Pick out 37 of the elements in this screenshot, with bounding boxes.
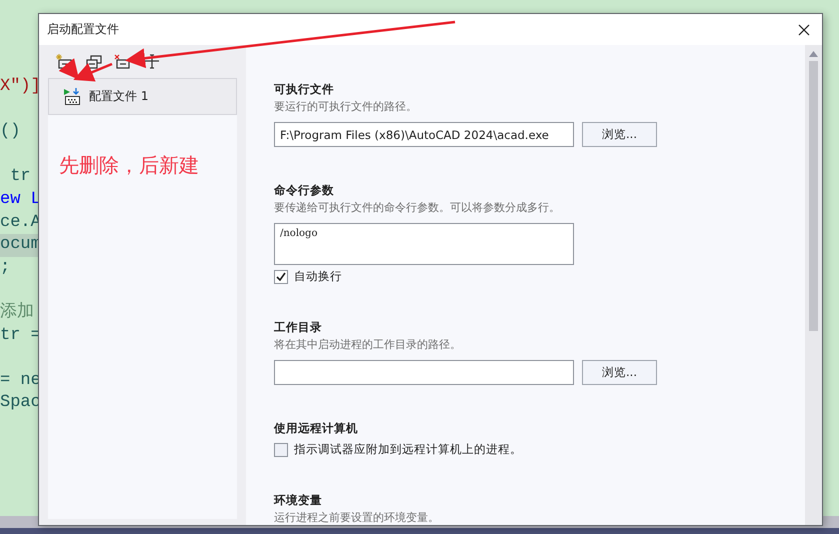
section-description: 要运行的可执行文件的路径。 [274,99,418,115]
section-title: 工作目录 [274,320,323,336]
launch-profile-icon [63,88,81,106]
scrollbar[interactable] [805,45,822,525]
section-description: 运行进程之前要设置的环境变量。 [274,510,440,525]
path-field[interactable]: F:\Program Files (x86)\AutoCAD 2024\acad.exe [274,122,574,147]
scrollbar-thumb[interactable] [809,61,818,331]
code-line: ; [0,256,10,279]
section-description: 要传递给可执行文件的命令行参数。可以将参数分成多行。 [274,200,561,216]
checkbox-label: 指示调试器应附加到远程计算机上的进程。 [294,442,522,457]
checkbox-label: 自动换行 [294,269,342,284]
arguments-field[interactable]: /nologo [274,223,574,265]
rename-icon[interactable] [143,54,160,69]
section-title: 命令行参数 [274,183,335,199]
browse-button[interactable]: 浏览... [582,122,657,147]
section-title: 环境变量 [274,493,323,509]
scroll-up-icon[interactable] [809,51,818,57]
browse-button[interactable]: 浏览... [582,360,657,385]
new-profile-icon[interactable] [56,54,73,69]
annotation-text: 先删除，后新建 [59,152,200,179]
code-line: Spac [0,392,41,414]
checkbox[interactable] [274,442,288,456]
section-description: 将在其中启动进程的工作目录的路径。 [274,337,462,353]
delete-icon[interactable] [114,54,131,69]
section-title: 使用远程计算机 [274,421,359,437]
copy-icon[interactable] [85,54,102,69]
code-line: tr [9,166,31,188]
path-field[interactable] [274,360,574,385]
code-line: 添加 [0,302,34,324]
close-icon [796,22,812,38]
close-button[interactable] [796,22,812,38]
window-title: 启动配置文件 [47,21,119,38]
section-title: 可执行文件 [274,82,335,98]
code-line: () [0,121,20,144]
checkbox[interactable] [274,270,288,284]
profile-item[interactable]: 配置文件 1 [48,78,237,115]
code-line: X")] [0,76,41,98]
